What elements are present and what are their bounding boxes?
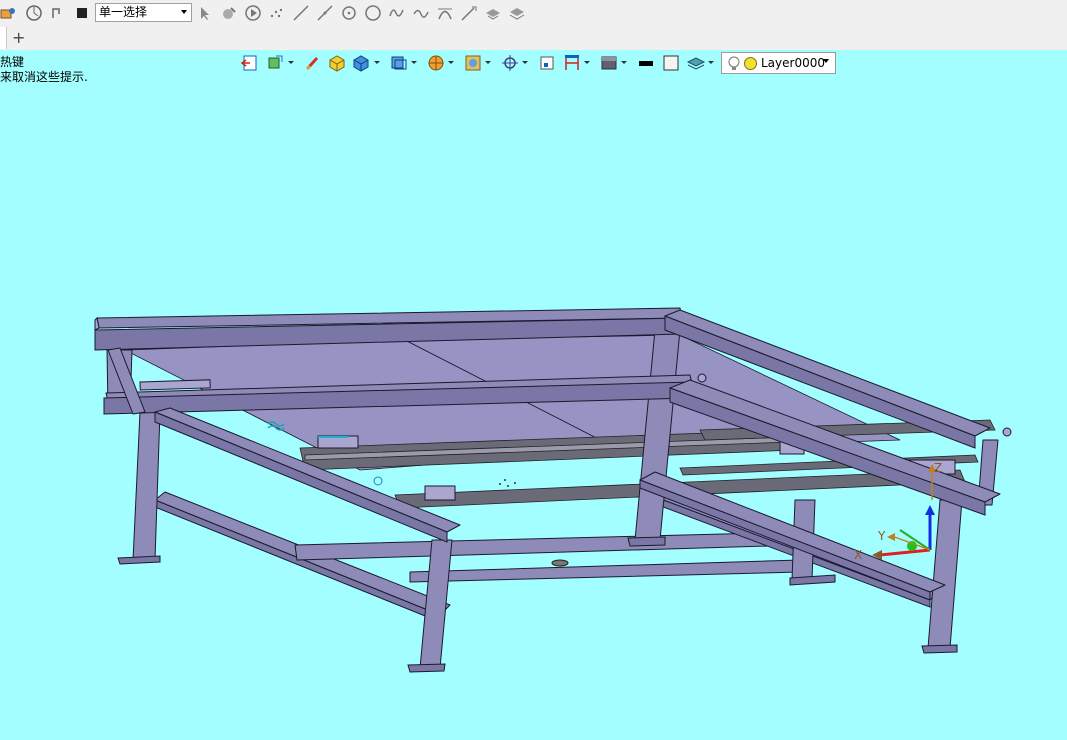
3d-viewport[interactable]: .f { fill:#8f8bb8; stroke:#1a1a2e; strok… <box>0 50 1067 740</box>
circle-icon[interactable] <box>364 4 382 22</box>
section-dropdown[interactable] <box>448 61 454 64</box>
layer-name: Layer0000 <box>761 56 825 70</box>
end-knob-2 <box>697 373 707 383</box>
pan-icon[interactable] <box>463 53 483 73</box>
x-axis-label: X <box>854 548 862 562</box>
add-tab-button[interactable]: + <box>12 28 25 48</box>
fit-window-icon[interactable] <box>537 53 557 73</box>
y-axis-label: Y <box>877 529 886 543</box>
bulb-icon[interactable] <box>726 55 742 72</box>
filter-icon[interactable] <box>220 4 238 22</box>
extend-icon[interactable] <box>460 4 478 22</box>
leg-left-front <box>132 411 161 561</box>
undo-icon[interactable] <box>48 4 66 22</box>
layer-color-icon <box>744 57 757 70</box>
snap-icon[interactable] <box>25 4 43 22</box>
snap-target-icon[interactable] <box>500 53 520 73</box>
bottom-cross-beam <box>409 559 801 583</box>
z-axis-label: Z <box>934 461 942 475</box>
plane-icon[interactable] <box>484 4 502 22</box>
hint-line-2: 来取消这些提示. <box>0 70 88 84</box>
view-orientation-dropdown[interactable] <box>411 61 417 64</box>
leg-right-front <box>927 499 963 649</box>
document-tab[interactable] <box>0 27 7 49</box>
line-icon[interactable] <box>292 4 310 22</box>
pan-dropdown[interactable] <box>485 61 491 64</box>
fill-color-icon[interactable] <box>661 53 681 73</box>
measure-icon[interactable] <box>562 53 582 73</box>
pointer-icon[interactable] <box>196 4 214 22</box>
document-tab-bar <box>0 26 1067 51</box>
measure-dropdown[interactable] <box>584 61 590 64</box>
selection-mode-dropdown[interactable]: 单一选择 <box>95 3 192 22</box>
stop-icon[interactable] <box>73 4 91 22</box>
arc-icon[interactable] <box>436 4 454 22</box>
end-knob-1 <box>1002 427 1012 437</box>
frame-assembly-model[interactable]: .f { fill:#8f8bb8; stroke:#1a1a2e; strok… <box>0 50 1067 740</box>
chevron-down-icon <box>181 10 187 14</box>
selection-mode-value: 单一选择 <box>99 5 148 19</box>
plane2-icon[interactable] <box>508 4 526 22</box>
line-color-icon[interactable] <box>636 53 656 73</box>
carriage-2 <box>424 485 456 501</box>
render-mode-icon[interactable] <box>266 53 286 73</box>
circle-center-icon[interactable] <box>340 4 358 22</box>
front-bottom-beam <box>294 531 803 561</box>
layer-swap-icon[interactable] <box>0 4 18 22</box>
cube-icon[interactable] <box>351 53 371 73</box>
display-style-dropdown[interactable] <box>621 61 627 64</box>
box-color-icon[interactable] <box>327 53 347 73</box>
curve-icon[interactable] <box>412 4 430 22</box>
brush-icon[interactable] <box>303 53 323 73</box>
play-icon[interactable] <box>244 4 262 22</box>
chevron-down-icon <box>823 59 829 63</box>
view-orientation-icon[interactable] <box>389 53 409 73</box>
layer-selector[interactable]: Layer0000 <box>721 52 836 74</box>
main-toolbar: 单一选择 <box>0 0 1067 27</box>
cube-dropdown[interactable] <box>374 61 380 64</box>
hotkey-hint: 热键 来取消这些提示. <box>0 55 88 85</box>
line2-icon[interactable] <box>316 4 334 22</box>
layers-dropdown[interactable] <box>708 61 714 64</box>
exit-view-icon[interactable] <box>240 53 260 73</box>
wave-icon[interactable] <box>388 4 406 22</box>
view-toolbar: Layer0000 <box>240 52 836 74</box>
point-icon[interactable] <box>268 4 286 22</box>
render-mode-dropdown[interactable] <box>288 61 294 64</box>
layers-icon[interactable] <box>686 53 706 73</box>
hint-line-1: 热键 <box>0 55 25 69</box>
snap-target-dropdown[interactable] <box>522 61 528 64</box>
display-style-icon[interactable] <box>599 53 619 73</box>
section-icon[interactable] <box>426 53 446 73</box>
